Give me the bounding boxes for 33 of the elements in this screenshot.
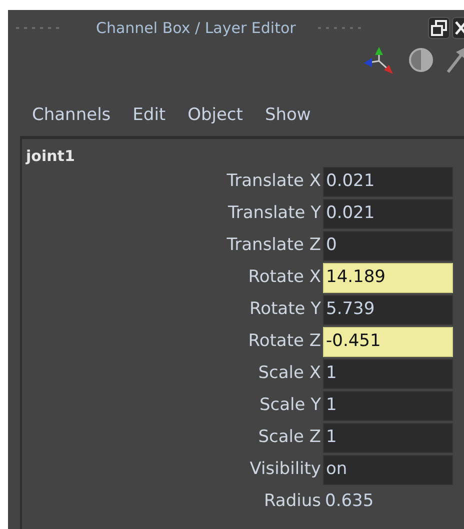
value-text[interactable]: 0.635 xyxy=(323,487,453,517)
close-icon[interactable] xyxy=(452,17,464,39)
half-circle-icon[interactable] xyxy=(408,47,434,73)
channel-label[interactable]: Translate Y xyxy=(22,199,323,229)
value-field[interactable]: 1 xyxy=(323,359,453,389)
value-field[interactable]: 1 xyxy=(323,423,453,453)
menu-item[interactable]: Edit xyxy=(132,103,166,129)
menu-item[interactable]: Show xyxy=(264,103,311,129)
channel-label[interactable]: Translate X xyxy=(22,167,323,197)
channel-label[interactable]: Scale X xyxy=(22,359,323,389)
axis-icon[interactable] xyxy=(362,45,396,75)
channel-label[interactable]: Rotate X xyxy=(22,263,323,293)
value-field[interactable]: 0 xyxy=(323,231,453,261)
channel-label[interactable]: Scale Z xyxy=(22,423,323,453)
value-field[interactable]: 5.739 xyxy=(323,295,453,325)
value-field[interactable]: on xyxy=(323,455,453,485)
channel-label[interactable]: Rotate Z xyxy=(22,327,323,357)
channel-label[interactable]: Scale Y xyxy=(22,391,323,421)
window-title: Channel Box / Layer Editor xyxy=(96,18,296,39)
value-field[interactable]: 0.021 xyxy=(323,199,453,229)
value-field[interactable]: -0.451 xyxy=(323,327,453,357)
arrow-icon[interactable] xyxy=(446,46,464,74)
channel-label[interactable]: Radius xyxy=(22,487,323,517)
channel-label[interactable]: Rotate Y xyxy=(22,295,323,325)
value-field[interactable]: 1 xyxy=(323,391,453,421)
float-window-icon[interactable] xyxy=(428,17,450,39)
channel-label[interactable]: Translate Z xyxy=(22,231,323,261)
menu-item[interactable]: Channels xyxy=(32,103,111,129)
node-name: joint1 xyxy=(24,146,76,167)
value-field[interactable]: 0.021 xyxy=(323,167,453,197)
channel-label[interactable]: Visibility xyxy=(22,455,323,485)
value-field[interactable]: 14.189 xyxy=(323,263,453,293)
menu-item[interactable]: Object xyxy=(188,103,243,129)
